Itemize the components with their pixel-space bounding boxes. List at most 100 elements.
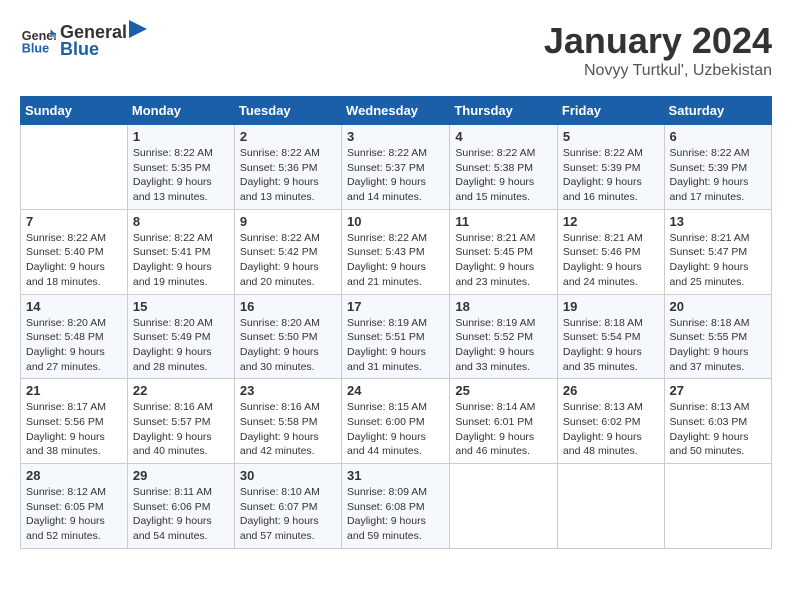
- day-detail: Sunrise: 8:16 AM Sunset: 5:57 PM Dayligh…: [133, 400, 229, 459]
- day-cell: 25 Sunrise: 8:14 AM Sunset: 6:01 PM Dayli…: [450, 379, 558, 464]
- day-number: 12: [563, 214, 659, 229]
- day-cell: 8Sunrise: 8:22 AM Sunset: 5:41 PM Daylig…: [127, 209, 234, 294]
- day-number: 27: [670, 383, 766, 398]
- day-detail: Sunrise: 8:22 AM Sunset: 5:38 PM Dayligh…: [455, 146, 552, 205]
- day-detail: Sunrise: 8:14 AM Sunset: 6:01 PM Dayligh…: [455, 400, 552, 459]
- day-detail: Sunrise: 8:20 AM Sunset: 5:50 PM Dayligh…: [240, 316, 336, 375]
- day-number: 14: [26, 299, 122, 314]
- week-row-1: 1 Sunrise: 8:22 AM Sunset: 5:35 PM Daylig…: [21, 125, 772, 210]
- day-number: 2: [240, 129, 336, 144]
- day-detail: Sunrise: 8:22 AM Sunset: 5:42 PM Dayligh…: [240, 231, 336, 290]
- day-number: 17: [347, 299, 444, 314]
- day-cell: 16 Sunrise: 8:20 AM Sunset: 5:50 PM Dayli…: [234, 294, 341, 379]
- day-detail: Sunrise: 8:18 AM Sunset: 5:54 PM Dayligh…: [563, 316, 659, 375]
- day-cell: 20Sunrise: 8:18 AM Sunset: 5:55 PM Dayli…: [664, 294, 771, 379]
- day-detail: Sunrise: 8:22 AM Sunset: 5:40 PM Dayligh…: [26, 231, 122, 290]
- day-number: 31: [347, 468, 444, 483]
- day-cell: [557, 464, 664, 549]
- day-cell: 13Sunrise: 8:21 AM Sunset: 5:47 PM Dayli…: [664, 209, 771, 294]
- day-cell: 6 Sunrise: 8:22 AM Sunset: 5:39 PM Daylig…: [664, 125, 771, 210]
- day-detail: Sunrise: 8:16 AM Sunset: 5:58 PM Dayligh…: [240, 400, 336, 459]
- day-cell: 10 Sunrise: 8:22 AM Sunset: 5:43 PM Dayli…: [342, 209, 450, 294]
- day-number: 15: [133, 299, 229, 314]
- day-number: 20: [670, 299, 766, 314]
- logo: General Blue General Blue: [20, 20, 147, 60]
- day-cell: 11Sunrise: 8:21 AM Sunset: 5:45 PM Dayli…: [450, 209, 558, 294]
- week-row-5: 28Sunrise: 8:12 AM Sunset: 6:05 PM Dayli…: [21, 464, 772, 549]
- day-detail: Sunrise: 8:22 AM Sunset: 5:36 PM Dayligh…: [240, 146, 336, 205]
- day-cell: 29 Sunrise: 8:11 AM Sunset: 6:06 PM Dayli…: [127, 464, 234, 549]
- day-cell: 3 Sunrise: 8:22 AM Sunset: 5:37 PM Daylig…: [342, 125, 450, 210]
- day-number: 1: [133, 129, 229, 144]
- day-detail: Sunrise: 8:22 AM Sunset: 5:37 PM Dayligh…: [347, 146, 444, 205]
- day-number: 19: [563, 299, 659, 314]
- day-cell: 23 Sunrise: 8:16 AM Sunset: 5:58 PM Dayli…: [234, 379, 341, 464]
- header-sunday: Sunday: [21, 97, 128, 125]
- day-detail: Sunrise: 8:12 AM Sunset: 6:05 PM Dayligh…: [26, 485, 122, 544]
- calendar-subtitle: Novyy Turtkul', Uzbekistan: [544, 62, 772, 80]
- day-number: 25: [455, 383, 552, 398]
- day-detail: Sunrise: 8:15 AM Sunset: 6:00 PM Dayligh…: [347, 400, 444, 459]
- svg-text:Blue: Blue: [22, 42, 49, 56]
- day-cell: 22 Sunrise: 8:16 AM Sunset: 5:57 PM Dayli…: [127, 379, 234, 464]
- day-number: 26: [563, 383, 659, 398]
- header-tuesday: Tuesday: [234, 97, 341, 125]
- day-number: 10: [347, 214, 444, 229]
- day-number: 9: [240, 214, 336, 229]
- week-row-3: 14 Sunrise: 8:20 AM Sunset: 5:48 PM Dayli…: [21, 294, 772, 379]
- day-number: 4: [455, 129, 552, 144]
- day-detail: Sunrise: 8:13 AM Sunset: 6:02 PM Dayligh…: [563, 400, 659, 459]
- day-cell: 9 Sunrise: 8:22 AM Sunset: 5:42 PM Daylig…: [234, 209, 341, 294]
- day-cell: 12 Sunrise: 8:21 AM Sunset: 5:46 PM Dayli…: [557, 209, 664, 294]
- calendar-title: January 2024: [544, 20, 772, 62]
- day-detail: Sunrise: 8:22 AM Sunset: 5:39 PM Dayligh…: [670, 146, 766, 205]
- day-number: 22: [133, 383, 229, 398]
- day-cell: 5 Sunrise: 8:22 AM Sunset: 5:39 PM Daylig…: [557, 125, 664, 210]
- logo-arrow-icon: [129, 20, 147, 38]
- day-cell: [21, 125, 128, 210]
- logo-icon: General Blue: [20, 22, 56, 58]
- day-number: 30: [240, 468, 336, 483]
- header-wednesday: Wednesday: [342, 97, 450, 125]
- day-number: 21: [26, 383, 122, 398]
- header-thursday: Thursday: [450, 97, 558, 125]
- week-row-4: 21Sunrise: 8:17 AM Sunset: 5:56 PM Dayli…: [21, 379, 772, 464]
- day-number: 24: [347, 383, 444, 398]
- day-detail: Sunrise: 8:22 AM Sunset: 5:39 PM Dayligh…: [563, 146, 659, 205]
- day-cell: [664, 464, 771, 549]
- day-detail: Sunrise: 8:21 AM Sunset: 5:46 PM Dayligh…: [563, 231, 659, 290]
- day-detail: Sunrise: 8:20 AM Sunset: 5:48 PM Dayligh…: [26, 316, 122, 375]
- day-cell: 2 Sunrise: 8:22 AM Sunset: 5:36 PM Daylig…: [234, 125, 341, 210]
- page-header: General Blue General Blue January 2024 N…: [20, 20, 772, 80]
- day-cell: 7 Sunrise: 8:22 AM Sunset: 5:40 PM Daylig…: [21, 209, 128, 294]
- header-friday: Friday: [557, 97, 664, 125]
- day-detail: Sunrise: 8:21 AM Sunset: 5:45 PM Dayligh…: [455, 231, 552, 290]
- header-saturday: Saturday: [664, 97, 771, 125]
- day-number: 7: [26, 214, 122, 229]
- day-number: 29: [133, 468, 229, 483]
- title-area: January 2024 Novyy Turtkul', Uzbekistan: [544, 20, 772, 80]
- day-cell: 27 Sunrise: 8:13 AM Sunset: 6:03 PM Dayli…: [664, 379, 771, 464]
- day-number: 16: [240, 299, 336, 314]
- day-detail: Sunrise: 8:11 AM Sunset: 6:06 PM Dayligh…: [133, 485, 229, 544]
- day-number: 18: [455, 299, 552, 314]
- day-cell: 19 Sunrise: 8:18 AM Sunset: 5:54 PM Dayli…: [557, 294, 664, 379]
- day-detail: Sunrise: 8:13 AM Sunset: 6:03 PM Dayligh…: [670, 400, 766, 459]
- day-detail: Sunrise: 8:22 AM Sunset: 5:41 PM Dayligh…: [133, 231, 229, 290]
- week-row-2: 7 Sunrise: 8:22 AM Sunset: 5:40 PM Daylig…: [21, 209, 772, 294]
- day-number: 6: [670, 129, 766, 144]
- day-cell: 15Sunrise: 8:20 AM Sunset: 5:49 PM Dayli…: [127, 294, 234, 379]
- day-detail: Sunrise: 8:22 AM Sunset: 5:35 PM Dayligh…: [133, 146, 229, 205]
- days-header-row: SundayMondayTuesdayWednesdayThursdayFrid…: [21, 97, 772, 125]
- day-cell: 24 Sunrise: 8:15 AM Sunset: 6:00 PM Dayli…: [342, 379, 450, 464]
- day-detail: Sunrise: 8:19 AM Sunset: 5:52 PM Dayligh…: [455, 316, 552, 375]
- day-cell: 26 Sunrise: 8:13 AM Sunset: 6:02 PM Dayli…: [557, 379, 664, 464]
- day-cell: 17Sunrise: 8:19 AM Sunset: 5:51 PM Dayli…: [342, 294, 450, 379]
- day-number: 5: [563, 129, 659, 144]
- day-detail: Sunrise: 8:09 AM Sunset: 6:08 PM Dayligh…: [347, 485, 444, 544]
- day-number: 3: [347, 129, 444, 144]
- day-detail: Sunrise: 8:22 AM Sunset: 5:43 PM Dayligh…: [347, 231, 444, 290]
- day-number: 23: [240, 383, 336, 398]
- day-cell: 28Sunrise: 8:12 AM Sunset: 6:05 PM Dayli…: [21, 464, 128, 549]
- day-cell: 18 Sunrise: 8:19 AM Sunset: 5:52 PM Dayli…: [450, 294, 558, 379]
